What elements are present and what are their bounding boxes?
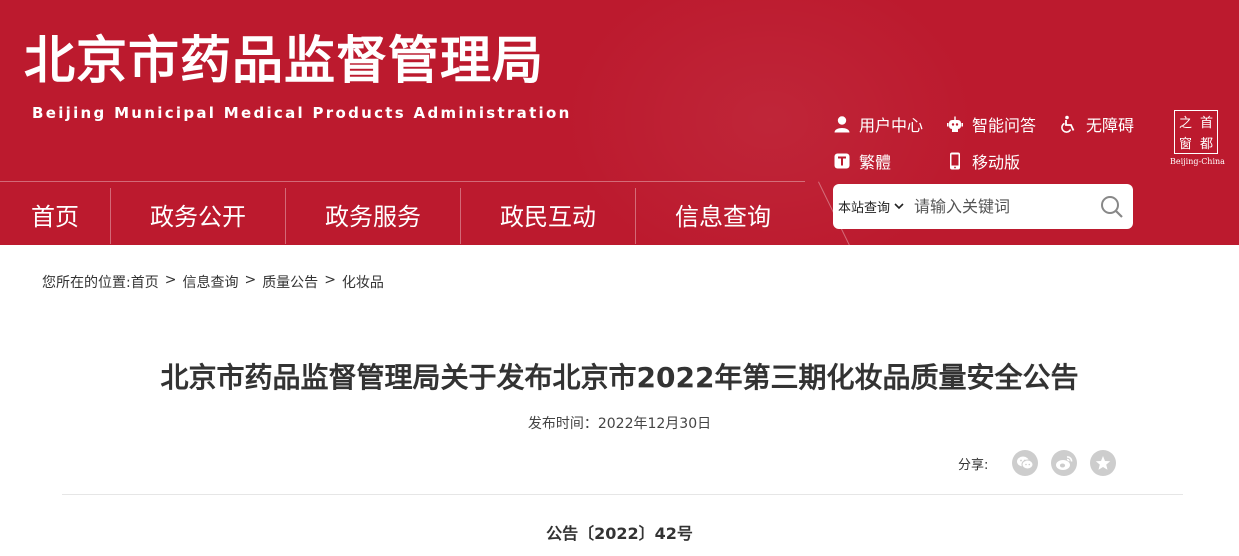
- search-icon: [1101, 196, 1123, 218]
- nav-government-affairs[interactable]: 政务公开: [111, 182, 285, 245]
- breadcrumb-separator: >: [244, 272, 257, 288]
- share-weibo-button[interactable]: [1051, 450, 1078, 476]
- logo-char: 之: [1178, 116, 1192, 131]
- share-label: 分享:: [958, 457, 989, 473]
- main-nav: 首页 政务公开 政务服务 政民互动 信息查询: [0, 181, 805, 245]
- traditional-chinese-icon: [833, 152, 851, 170]
- logo-caption: Beijing-China: [1170, 157, 1225, 166]
- breadcrumb-quality-notice[interactable]: 质量公告: [262, 272, 318, 292]
- user-icon: [833, 115, 851, 133]
- weibo-icon: [1056, 456, 1073, 470]
- site-title[interactable]: 北京市药品监督管理局: [24, 33, 544, 90]
- breadcrumb-info-query[interactable]: 信息查询: [182, 272, 238, 292]
- breadcrumb-separator: >: [164, 272, 177, 288]
- chevron-down-icon: [894, 199, 904, 214]
- search-scope-select[interactable]: 本站查询: [833, 197, 904, 216]
- traditional-chinese-link[interactable]: 繁體: [833, 149, 891, 173]
- accessibility-label: 无障碍: [1086, 116, 1135, 135]
- share-wechat-button[interactable]: [1012, 450, 1039, 476]
- capital-window-logo[interactable]: 之 首 窗 都 Beijing-China: [1170, 110, 1225, 168]
- accessibility-icon: [1060, 115, 1078, 133]
- search-box: 本站查询: [833, 184, 1133, 229]
- mobile-icon: [946, 152, 964, 170]
- accessibility-link[interactable]: 无障碍: [1060, 112, 1134, 136]
- smart-qa-link[interactable]: 智能问答: [946, 112, 1036, 136]
- smart-qa-label: 智能问答: [972, 116, 1037, 135]
- logo-char: 都: [1199, 137, 1213, 152]
- traditional-chinese-label: 繁體: [859, 153, 892, 172]
- star-icon: [1096, 456, 1111, 470]
- breadcrumb: 您所在的位置: 首页 > 信息查询 > 质量公告 > 化妆品: [42, 272, 384, 292]
- robot-icon: [946, 115, 964, 133]
- nav-government-services[interactable]: 政务服务: [286, 182, 460, 245]
- share-favorite-button[interactable]: [1090, 450, 1117, 476]
- search-input[interactable]: [914, 191, 1085, 222]
- notice-number: 公告〔2022〕42号: [546, 524, 693, 543]
- breadcrumb-cosmetics[interactable]: 化妆品: [342, 272, 384, 292]
- search-button[interactable]: [1099, 194, 1125, 220]
- mobile-version-label: 移动版: [972, 153, 1021, 172]
- breadcrumb-home[interactable]: 首页: [131, 272, 159, 292]
- user-center-link[interactable]: 用户中心: [833, 112, 923, 136]
- publish-time: 发布时间：2022年12月30日: [527, 416, 712, 432]
- share-bar: 分享:: [958, 450, 1129, 476]
- site-header: 北京市药品监督管理局 Beijing Municipal Medical Pro…: [0, 0, 1239, 245]
- user-center-label: 用户中心: [859, 116, 924, 135]
- nav-home[interactable]: 首页: [0, 182, 110, 245]
- logo-char: 窗: [1178, 137, 1192, 152]
- nav-info-query[interactable]: 信息查询: [636, 182, 810, 245]
- search-scope-label: 本站查询: [838, 201, 891, 216]
- breadcrumb-separator: >: [324, 272, 336, 288]
- site-subtitle: Beijing Municipal Medical Products Admin…: [32, 104, 572, 122]
- nav-interaction[interactable]: 政民互动: [461, 182, 635, 245]
- article-title: 北京市药品监督管理局关于发布北京市2022年第三期化妆品质量安全公告: [160, 361, 1079, 394]
- content-divider: [62, 494, 1183, 495]
- breadcrumb-prefix: 您所在的位置:: [42, 275, 131, 291]
- logo-char: 首: [1199, 116, 1213, 131]
- mobile-version-link[interactable]: 移动版: [946, 149, 1020, 173]
- wechat-icon: [1017, 456, 1034, 470]
